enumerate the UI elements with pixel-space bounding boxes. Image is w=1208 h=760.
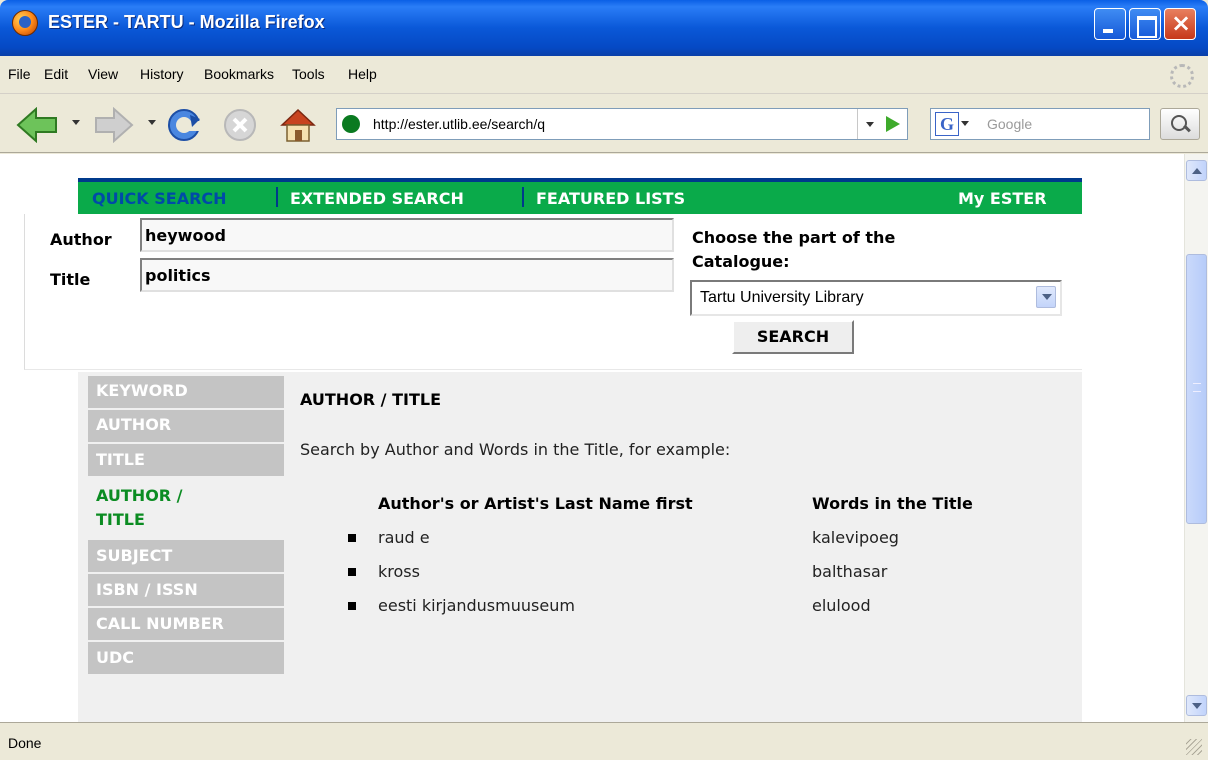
address-dropdown[interactable] (857, 109, 881, 139)
author-label: Author (50, 230, 112, 249)
page-viewport: QUICK SEARCH EXTENDED SEARCH FEATURED LI… (0, 154, 1184, 722)
help-heading: AUTHOR / TITLE (300, 390, 441, 409)
scroll-down-icon[interactable] (1186, 695, 1207, 716)
reload-icon[interactable] (166, 107, 206, 143)
tab-subject[interactable]: SUBJECT (88, 540, 284, 574)
tab-author-title[interactable]: AUTHOR / TITLE (88, 478, 284, 538)
status-text: Done (8, 735, 42, 751)
maximize-button[interactable] (1129, 8, 1161, 40)
example-author: eesti kirjandusmuuseum (378, 596, 575, 615)
author-field[interactable]: heywood (140, 218, 674, 252)
google-engine-icon[interactable]: G (935, 112, 959, 136)
bullet-icon (348, 534, 356, 542)
home-icon[interactable] (278, 107, 318, 145)
window-title: ESTER - TARTU - Mozilla Firefox (48, 12, 325, 32)
featured-lists-link[interactable]: FEATURED LISTS (536, 189, 685, 208)
search-button[interactable]: SEARCH (732, 320, 854, 354)
menu-bookmarks[interactable]: Bookmarks (204, 66, 274, 82)
throbber-icon (1170, 64, 1194, 88)
address-input[interactable]: http://ester.utlib.ee/search/q (373, 116, 545, 132)
nav-separator (522, 187, 524, 207)
back-icon[interactable] (16, 107, 58, 143)
firefox-logo-icon (12, 10, 38, 36)
menu-view[interactable]: View (88, 66, 118, 82)
close-icon: × (1171, 9, 1192, 37)
example-author: kross (378, 562, 420, 581)
column-header-author: Author's or Artist's Last Name first (378, 494, 693, 513)
tab-keyword[interactable]: KEYWORD (88, 376, 284, 410)
column-header-title: Words in the Title (812, 494, 973, 513)
web-search-input[interactable]: Google (987, 116, 1032, 132)
menu-tools[interactable]: Tools (292, 66, 325, 82)
forward-icon[interactable] (94, 107, 134, 143)
bullet-icon (348, 568, 356, 576)
menu-help[interactable]: Help (348, 66, 377, 82)
bullet-icon (348, 602, 356, 610)
close-button[interactable]: × (1164, 8, 1196, 40)
back-history-dropdown[interactable] (72, 120, 80, 125)
catalogue-select[interactable]: Tartu University Library (690, 280, 1062, 316)
stop-icon[interactable] (222, 107, 258, 143)
catalogue-label: Choose the part of the (692, 228, 896, 247)
tab-author-title-line2: TITLE (96, 510, 145, 529)
example-author: raud e (378, 528, 430, 547)
web-search-box[interactable]: G Google (930, 108, 1150, 140)
tab-call-number[interactable]: CALL NUMBER (88, 608, 284, 642)
tab-author-title-line1: AUTHOR / (96, 486, 183, 505)
title-label: Title (50, 270, 91, 289)
scroll-up-icon[interactable] (1186, 160, 1207, 181)
tab-isbn-issn[interactable]: ISBN / ISSN (88, 574, 284, 608)
menu-bar: File Edit View History Bookmarks Tools H… (0, 56, 1208, 94)
example-title: kalevipoeg (812, 528, 899, 547)
my-ester-link[interactable]: My ESTER (958, 189, 1047, 208)
menu-file[interactable]: File (8, 66, 31, 82)
nav-separator (276, 187, 278, 207)
magnifier-icon[interactable] (1160, 108, 1200, 140)
catalogue-label-line2: Catalogue: (692, 252, 790, 271)
search-engine-dropdown-icon[interactable] (961, 121, 969, 126)
example-title: balthasar (812, 562, 888, 581)
title-field[interactable]: politics (140, 258, 674, 292)
go-icon[interactable] (886, 116, 900, 132)
catalogue-select-value: Tartu University Library (700, 289, 864, 306)
help-description: Search by Author and Words in the Title,… (300, 440, 731, 459)
site-icon (342, 115, 360, 133)
vertical-scrollbar[interactable] (1184, 154, 1208, 722)
search-help-panel: KEYWORD AUTHOR TITLE AUTHOR / TITLE SUBJ… (78, 372, 1082, 722)
extended-search-link[interactable]: EXTENDED SEARCH (290, 189, 464, 208)
chevron-down-icon[interactable] (1036, 286, 1056, 308)
forward-history-dropdown[interactable] (148, 120, 156, 125)
address-bar[interactable]: http://ester.utlib.ee/search/q (336, 108, 908, 140)
title-bar: ESTER - TARTU - Mozilla Firefox × (0, 0, 1208, 56)
status-bar: Done (0, 722, 1208, 760)
tab-author[interactable]: AUTHOR (88, 410, 284, 444)
resize-grip-icon[interactable] (1186, 739, 1202, 755)
menu-history[interactable]: History (140, 66, 184, 82)
title-field-value: politics (145, 266, 211, 285)
author-field-value: heywood (145, 226, 226, 245)
site-navigation: QUICK SEARCH EXTENDED SEARCH FEATURED LI… (78, 178, 1082, 214)
menu-edit[interactable]: Edit (44, 66, 68, 82)
scroll-thumb[interactable] (1186, 254, 1207, 524)
minimize-button[interactable] (1094, 8, 1126, 40)
tab-udc[interactable]: UDC (88, 642, 284, 676)
tab-title[interactable]: TITLE (88, 444, 284, 478)
quick-search-link[interactable]: QUICK SEARCH (92, 189, 227, 208)
example-title: elulood (812, 596, 871, 615)
